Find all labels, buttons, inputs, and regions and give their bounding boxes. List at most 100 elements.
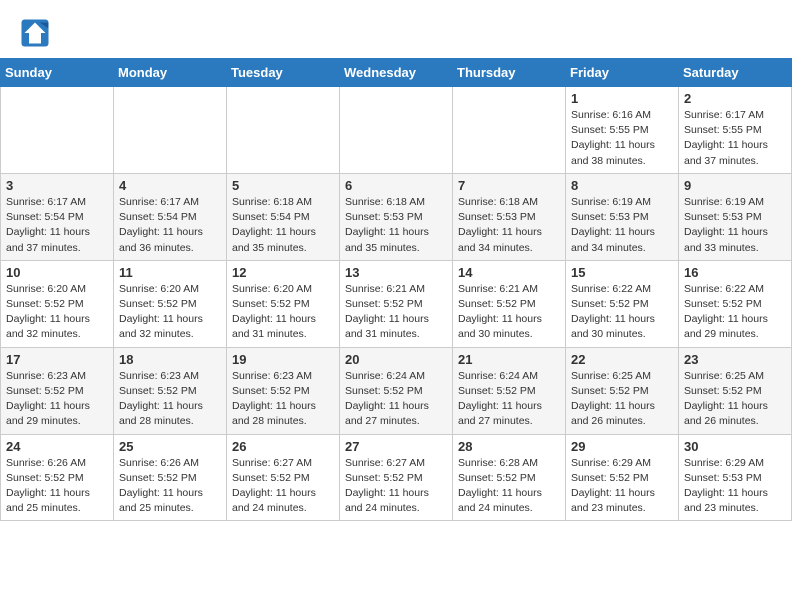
cell-info: Sunrise: 6:19 AM Sunset: 5:53 PM Dayligh… — [684, 195, 786, 256]
day-number: 27 — [345, 439, 447, 454]
cell-info: Sunrise: 6:19 AM Sunset: 5:53 PM Dayligh… — [571, 195, 673, 256]
cell-info: Sunrise: 6:18 AM Sunset: 5:53 PM Dayligh… — [345, 195, 447, 256]
day-number: 18 — [119, 352, 221, 367]
day-number: 29 — [571, 439, 673, 454]
cell-info: Sunrise: 6:27 AM Sunset: 5:52 PM Dayligh… — [232, 456, 334, 517]
calendar-cell: 5 Sunrise: 6:18 AM Sunset: 5:54 PM Daylig… — [227, 173, 340, 260]
calendar-cell: 19Sunrise: 6:23 AM Sunset: 5:52 PM Dayli… — [227, 347, 340, 434]
calendar-cell: 7 Sunrise: 6:18 AM Sunset: 5:53 PM Daylig… — [453, 173, 566, 260]
calendar-cell: 16 Sunrise: 6:22 AM Sunset: 5:52 PM Dayli… — [679, 260, 792, 347]
cell-info: Sunrise: 6:17 AM Sunset: 5:55 PM Dayligh… — [684, 108, 786, 169]
calendar-cell: 22 Sunrise: 6:25 AM Sunset: 5:52 PM Dayli… — [566, 347, 679, 434]
cell-info: Sunrise: 6:23 AM Sunset: 5:52 PM Dayligh… — [119, 369, 221, 430]
day-number: 15 — [571, 265, 673, 280]
cell-info: Sunrise: 6:22 AM Sunset: 5:52 PM Dayligh… — [571, 282, 673, 343]
day-number: 21 — [458, 352, 560, 367]
calendar-cell — [453, 87, 566, 174]
cell-info: Sunrise: 6:20 AM Sunset: 5:52 PM Dayligh… — [6, 282, 108, 343]
calendar-cell: 14Sunrise: 6:21 AM Sunset: 5:52 PM Dayli… — [453, 260, 566, 347]
day-number: 17 — [6, 352, 108, 367]
day-header-tuesday: Tuesday — [227, 59, 340, 87]
day-number: 13 — [345, 265, 447, 280]
calendar-cell: 28 Sunrise: 6:28 AM Sunset: 5:52 PM Dayli… — [453, 434, 566, 521]
day-number: 25 — [119, 439, 221, 454]
day-number: 22 — [571, 352, 673, 367]
cell-info: Sunrise: 6:16 AM Sunset: 5:55 PM Dayligh… — [571, 108, 673, 169]
day-header-saturday: Saturday — [679, 59, 792, 87]
cell-info: Sunrise: 6:25 AM Sunset: 5:52 PM Dayligh… — [571, 369, 673, 430]
calendar-header-row: SundayMondayTuesdayWednesdayThursdayFrid… — [1, 59, 792, 87]
cell-info: Sunrise: 6:20 AM Sunset: 5:52 PM Dayligh… — [232, 282, 334, 343]
calendar-cell: 15 Sunrise: 6:22 AM Sunset: 5:52 PM Dayli… — [566, 260, 679, 347]
calendar-week-row: 24 Sunrise: 6:26 AM Sunset: 5:52 PM Dayli… — [1, 434, 792, 521]
cell-info: Sunrise: 6:18 AM Sunset: 5:54 PM Dayligh… — [232, 195, 334, 256]
calendar-cell: 6 Sunrise: 6:18 AM Sunset: 5:53 PM Daylig… — [340, 173, 453, 260]
day-number: 1 — [571, 91, 673, 106]
cell-info: Sunrise: 6:17 AM Sunset: 5:54 PM Dayligh… — [119, 195, 221, 256]
day-number: 5 — [232, 178, 334, 193]
day-number: 16 — [684, 265, 786, 280]
cell-info: Sunrise: 6:21 AM Sunset: 5:52 PM Dayligh… — [458, 282, 560, 343]
day-number: 24 — [6, 439, 108, 454]
day-number: 26 — [232, 439, 334, 454]
day-number: 23 — [684, 352, 786, 367]
day-number: 7 — [458, 178, 560, 193]
calendar-week-row: 10 Sunrise: 6:20 AM Sunset: 5:52 PM Dayli… — [1, 260, 792, 347]
calendar-cell: 12 Sunrise: 6:20 AM Sunset: 5:52 PM Dayli… — [227, 260, 340, 347]
calendar-cell: 29Sunrise: 6:29 AM Sunset: 5:52 PM Dayli… — [566, 434, 679, 521]
day-number: 10 — [6, 265, 108, 280]
day-number: 2 — [684, 91, 786, 106]
day-header-wednesday: Wednesday — [340, 59, 453, 87]
cell-info: Sunrise: 6:26 AM Sunset: 5:52 PM Dayligh… — [119, 456, 221, 517]
calendar-week-row: 3 Sunrise: 6:17 AM Sunset: 5:54 PM Daylig… — [1, 173, 792, 260]
calendar-cell: 8 Sunrise: 6:19 AM Sunset: 5:53 PM Daylig… — [566, 173, 679, 260]
calendar-cell: 25 Sunrise: 6:26 AM Sunset: 5:52 PM Dayli… — [114, 434, 227, 521]
day-header-monday: Monday — [114, 59, 227, 87]
cell-info: Sunrise: 6:22 AM Sunset: 5:52 PM Dayligh… — [684, 282, 786, 343]
calendar-week-row: 17 Sunrise: 6:23 AM Sunset: 5:52 PM Dayli… — [1, 347, 792, 434]
cell-info: Sunrise: 6:17 AM Sunset: 5:54 PM Dayligh… — [6, 195, 108, 256]
calendar-cell — [1, 87, 114, 174]
calendar-cell: 10 Sunrise: 6:20 AM Sunset: 5:52 PM Dayli… — [1, 260, 114, 347]
calendar-cell: 26 Sunrise: 6:27 AM Sunset: 5:52 PM Dayli… — [227, 434, 340, 521]
day-number: 30 — [684, 439, 786, 454]
day-number: 6 — [345, 178, 447, 193]
calendar-cell: 27Sunrise: 6:27 AM Sunset: 5:52 PM Dayli… — [340, 434, 453, 521]
cell-info: Sunrise: 6:28 AM Sunset: 5:52 PM Dayligh… — [458, 456, 560, 517]
calendar-cell: 17 Sunrise: 6:23 AM Sunset: 5:52 PM Dayli… — [1, 347, 114, 434]
calendar-week-row: 1 Sunrise: 6:16 AM Sunset: 5:55 PM Daylig… — [1, 87, 792, 174]
day-number: 19 — [232, 352, 334, 367]
cell-info: Sunrise: 6:23 AM Sunset: 5:52 PM Dayligh… — [6, 369, 108, 430]
calendar-cell: 23 Sunrise: 6:25 AM Sunset: 5:52 PM Dayli… — [679, 347, 792, 434]
cell-info: Sunrise: 6:29 AM Sunset: 5:53 PM Dayligh… — [684, 456, 786, 517]
day-header-thursday: Thursday — [453, 59, 566, 87]
day-number: 8 — [571, 178, 673, 193]
cell-info: Sunrise: 6:20 AM Sunset: 5:52 PM Dayligh… — [119, 282, 221, 343]
calendar-cell: 4 Sunrise: 6:17 AM Sunset: 5:54 PM Daylig… — [114, 173, 227, 260]
day-number: 28 — [458, 439, 560, 454]
calendar-cell: 24Sunrise: 6:26 AM Sunset: 5:52 PM Dayli… — [1, 434, 114, 521]
day-number: 3 — [6, 178, 108, 193]
day-number: 9 — [684, 178, 786, 193]
page-header — [0, 0, 792, 58]
cell-info: Sunrise: 6:18 AM Sunset: 5:53 PM Dayligh… — [458, 195, 560, 256]
cell-info: Sunrise: 6:24 AM Sunset: 5:52 PM Dayligh… — [458, 369, 560, 430]
logo-icon — [20, 18, 50, 48]
cell-info: Sunrise: 6:25 AM Sunset: 5:52 PM Dayligh… — [684, 369, 786, 430]
day-number: 12 — [232, 265, 334, 280]
day-number: 20 — [345, 352, 447, 367]
day-number: 4 — [119, 178, 221, 193]
calendar-cell: 1 Sunrise: 6:16 AM Sunset: 5:55 PM Daylig… — [566, 87, 679, 174]
calendar-cell — [340, 87, 453, 174]
calendar-cell — [114, 87, 227, 174]
day-header-friday: Friday — [566, 59, 679, 87]
cell-info: Sunrise: 6:24 AM Sunset: 5:52 PM Dayligh… — [345, 369, 447, 430]
calendar-cell: 11 Sunrise: 6:20 AM Sunset: 5:52 PM Dayli… — [114, 260, 227, 347]
calendar-cell: 9 Sunrise: 6:19 AM Sunset: 5:53 PM Daylig… — [679, 173, 792, 260]
day-header-sunday: Sunday — [1, 59, 114, 87]
day-number: 11 — [119, 265, 221, 280]
calendar-cell: 30 Sunrise: 6:29 AM Sunset: 5:53 PM Dayli… — [679, 434, 792, 521]
calendar-table: SundayMondayTuesdayWednesdayThursdayFrid… — [0, 58, 792, 521]
calendar-cell — [227, 87, 340, 174]
cell-info: Sunrise: 6:21 AM Sunset: 5:52 PM Dayligh… — [345, 282, 447, 343]
